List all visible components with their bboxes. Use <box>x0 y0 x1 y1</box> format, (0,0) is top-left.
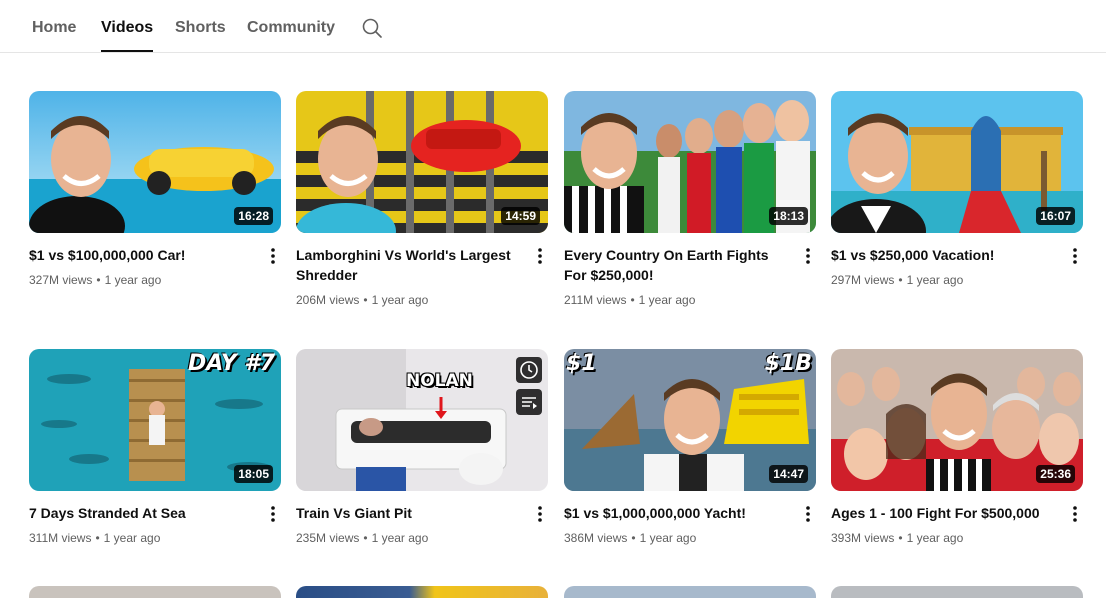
video-thumbnail[interactable]: 16:07 <box>831 91 1083 233</box>
video-thumbnail[interactable]: 18:13 <box>564 91 816 233</box>
upload-age: 1 year ago <box>103 531 161 545</box>
upload-age: 1 year ago <box>638 293 696 307</box>
video-card[interactable]: DAY #7 18:05 7 Days Stranded At Sea 311M… <box>29 349 281 545</box>
more-actions-button[interactable] <box>800 246 816 266</box>
video-title[interactable]: Every Country On Earth Fights For $250,0… <box>564 245 786 285</box>
video-card[interactable]: $1 $1B 14:47 $1 vs $1,000,000,000 Yacht!… <box>564 349 816 545</box>
more-actions-button[interactable] <box>1067 246 1083 266</box>
video-grid: 16:28 $1 vs $100,000,000 Car! 327M views… <box>0 0 1106 598</box>
video-thumbnail-partial[interactable] <box>831 586 1083 598</box>
more-actions-button[interactable] <box>800 504 816 524</box>
more-actions-button[interactable] <box>532 504 548 524</box>
video-duration: 14:47 <box>769 465 808 483</box>
view-count: 211M views <box>564 293 627 307</box>
upload-age: 1 year ago <box>639 531 697 545</box>
video-metadata: 311M views • 1 year ago <box>29 531 161 545</box>
watch-later-button[interactable] <box>516 357 542 383</box>
view-count: 393M views <box>831 531 895 545</box>
view-count: 327M views <box>29 273 93 287</box>
video-thumbnail-partial[interactable] <box>29 586 281 598</box>
video-card[interactable]: 16:28 $1 vs $100,000,000 Car! 327M views… <box>29 91 281 287</box>
video-thumbnail-partial[interactable] <box>564 586 816 598</box>
video-duration: 16:28 <box>234 207 273 225</box>
video-thumbnail-partial[interactable] <box>296 586 548 598</box>
video-title[interactable]: 7 Days Stranded At Sea <box>29 503 251 523</box>
video-title[interactable]: Lamborghini Vs World's Largest Shredder <box>296 245 518 285</box>
video-thumbnail[interactable]: $1 $1B 14:47 <box>564 349 816 491</box>
video-metadata: 393M views • 1 year ago <box>831 531 964 545</box>
video-title[interactable]: Ages 1 - 100 Fight For $500,000 <box>831 503 1053 523</box>
view-count: 297M views <box>831 273 895 287</box>
video-duration: 16:07 <box>1036 207 1075 225</box>
video-thumbnail[interactable]: DAY #7 18:05 <box>29 349 281 491</box>
upload-age: 1 year ago <box>371 531 429 545</box>
view-count: 311M views <box>29 531 92 545</box>
video-title[interactable]: $1 vs $250,000 Vacation! <box>831 245 1053 265</box>
video-thumbnail[interactable]: 16:28 <box>29 91 281 233</box>
more-vertical-icon <box>538 506 542 522</box>
more-vertical-icon <box>1073 248 1077 264</box>
view-count: 235M views <box>296 531 360 545</box>
thumbnail-caption: DAY #7 <box>188 351 275 376</box>
video-card[interactable]: 14:59 Lamborghini Vs World's Largest Shr… <box>296 91 548 307</box>
video-metadata: 386M views • 1 year ago <box>564 531 697 545</box>
more-actions-button[interactable] <box>265 504 281 524</box>
more-actions-button[interactable] <box>265 246 281 266</box>
view-count: 386M views <box>564 531 628 545</box>
more-vertical-icon <box>806 248 810 264</box>
add-to-queue-icon <box>522 397 537 409</box>
clock-icon <box>520 361 538 379</box>
view-count: 206M views <box>296 293 360 307</box>
upload-age: 1 year ago <box>104 273 162 287</box>
video-card[interactable]: 25:36 Ages 1 - 100 Fight For $500,000 39… <box>831 349 1083 545</box>
video-title[interactable]: Train Vs Giant Pit <box>296 503 518 523</box>
upload-age: 1 year ago <box>906 273 964 287</box>
add-to-queue-button[interactable] <box>516 389 542 415</box>
video-metadata: 327M views • 1 year ago <box>29 273 162 287</box>
video-metadata: 297M views • 1 year ago <box>831 273 964 287</box>
upload-age: 1 year ago <box>371 293 429 307</box>
thumbnail-caption-left: $1 <box>566 351 597 376</box>
video-title[interactable]: $1 vs $1,000,000,000 Yacht! <box>564 503 786 523</box>
video-metadata: 211M views • 1 year ago <box>564 293 696 307</box>
more-vertical-icon <box>271 248 275 264</box>
video-card[interactable]: 18:13 Every Country On Earth Fights For … <box>564 91 816 307</box>
video-metadata: 235M views • 1 year ago <box>296 531 429 545</box>
video-duration: 14:59 <box>501 207 540 225</box>
video-duration: 18:05 <box>234 465 273 483</box>
video-thumbnail[interactable]: 14:59 <box>296 91 548 233</box>
more-actions-button[interactable] <box>532 246 548 266</box>
video-title[interactable]: $1 vs $100,000,000 Car! <box>29 245 251 265</box>
more-vertical-icon <box>538 248 542 264</box>
thumbnail-caption-right: $1B <box>764 351 812 376</box>
upload-age: 1 year ago <box>906 531 964 545</box>
video-duration: 18:13 <box>769 207 808 225</box>
more-vertical-icon <box>1073 506 1077 522</box>
more-vertical-icon <box>271 506 275 522</box>
more-actions-button[interactable] <box>1067 504 1083 524</box>
video-thumbnail[interactable]: NOLAN <box>296 349 548 491</box>
thumbnail-caption: NOLAN <box>406 371 473 391</box>
more-vertical-icon <box>806 506 810 522</box>
video-metadata: 206M views • 1 year ago <box>296 293 429 307</box>
video-card[interactable]: 16:07 $1 vs $250,000 Vacation! 297M view… <box>831 91 1083 287</box>
video-thumbnail[interactable]: 25:36 <box>831 349 1083 491</box>
video-duration: 25:36 <box>1036 465 1075 483</box>
video-card[interactable]: NOLAN Train Vs Giant Pit 235M views • 1 ye… <box>296 349 548 545</box>
